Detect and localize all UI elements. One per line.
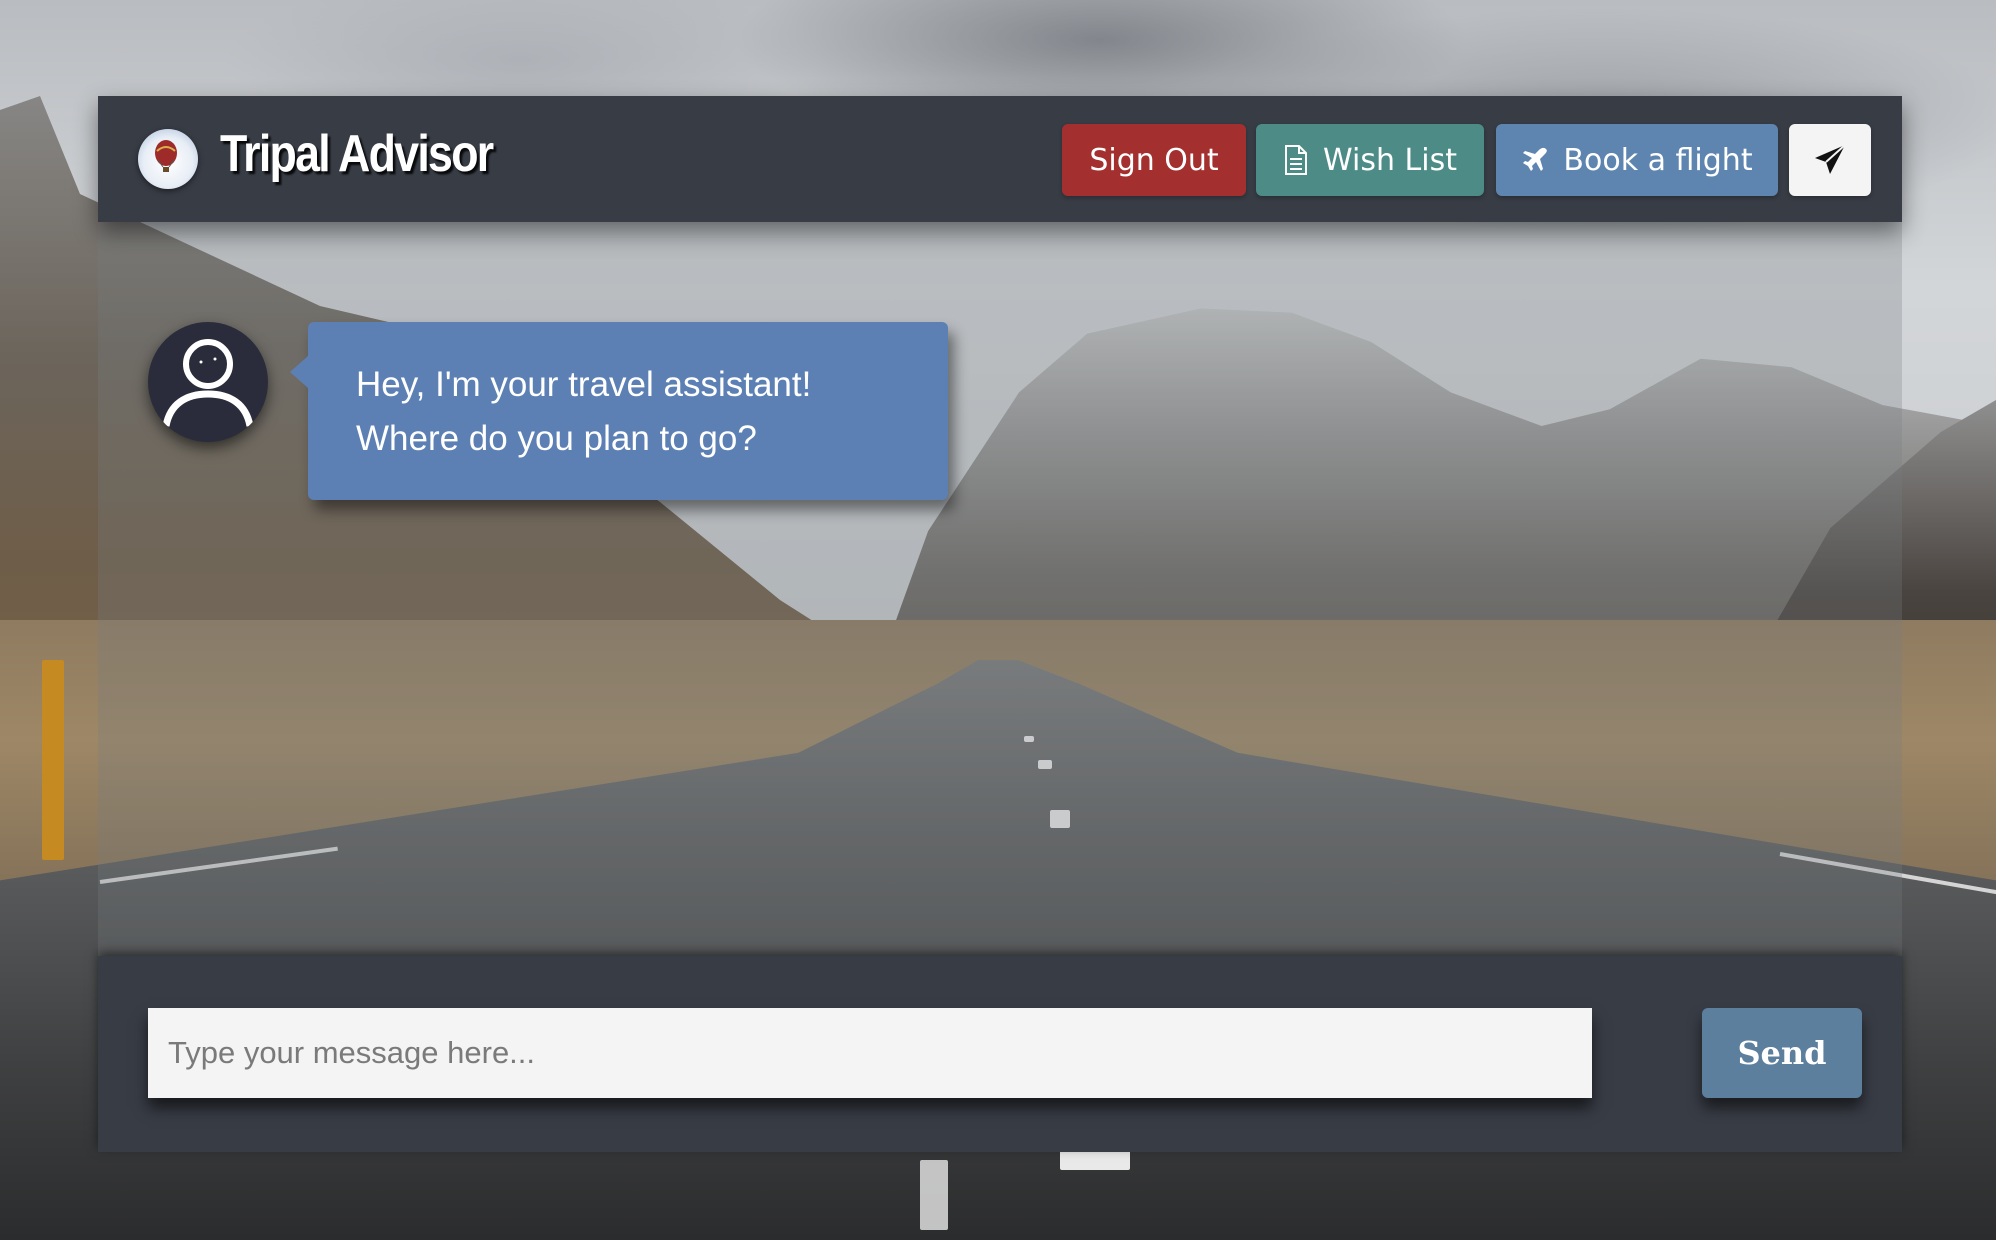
app-window: Tripal Advisor Sign Out Wish List Book a… bbox=[98, 96, 1902, 1152]
top-bar: Tripal Advisor Sign Out Wish List Book a… bbox=[98, 96, 1902, 222]
wish-list-button[interactable]: Wish List bbox=[1256, 124, 1484, 196]
send-button[interactable]: Send bbox=[1702, 1008, 1862, 1098]
document-icon bbox=[1283, 144, 1309, 176]
assistant-message-bubble: Hey, I'm your travel assistant! Where do… bbox=[290, 322, 948, 500]
roadside-marker bbox=[42, 660, 64, 860]
bubble-tail bbox=[290, 356, 308, 388]
send-label: Send bbox=[1737, 1034, 1827, 1072]
lane-dash bbox=[1060, 1150, 1130, 1170]
message-line: Where do you plan to go? bbox=[356, 419, 757, 458]
composer-bar: Send bbox=[98, 956, 1902, 1152]
sign-out-label: Sign Out bbox=[1089, 142, 1219, 178]
wish-list-label: Wish List bbox=[1323, 142, 1457, 178]
book-flight-button[interactable]: Book a flight bbox=[1496, 124, 1778, 196]
message-input[interactable] bbox=[148, 1008, 1592, 1098]
lane-dash bbox=[920, 1160, 948, 1230]
book-flight-label: Book a flight bbox=[1563, 142, 1753, 178]
send-header-button[interactable] bbox=[1789, 124, 1871, 196]
user-avatar-icon bbox=[148, 322, 268, 442]
hot-air-balloon-icon bbox=[138, 129, 198, 189]
chat-area: Hey, I'm your travel assistant! Where do… bbox=[98, 222, 1902, 956]
app-title: Tripal Advisor bbox=[220, 125, 494, 183]
message-line: Hey, I'm your travel assistant! bbox=[356, 365, 812, 404]
paper-plane-icon bbox=[1813, 143, 1847, 177]
airplane-icon bbox=[1521, 146, 1549, 174]
sign-out-button[interactable]: Sign Out bbox=[1062, 124, 1246, 196]
